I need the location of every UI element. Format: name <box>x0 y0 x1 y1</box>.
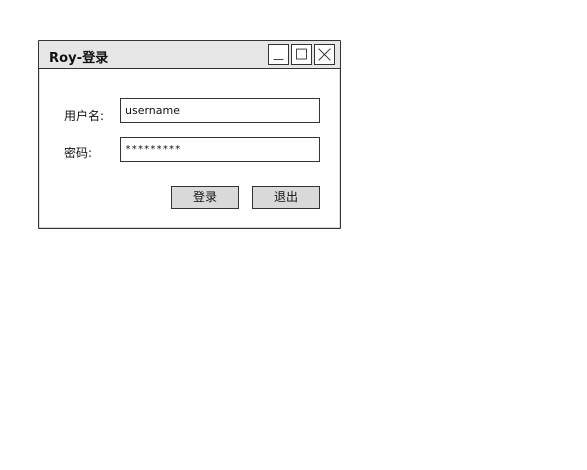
close-icon <box>318 48 331 61</box>
minimize-icon <box>273 59 284 60</box>
exit-button[interactable]: 退出 <box>252 186 320 209</box>
window-titlebar: Roy-登录 <box>39 41 340 69</box>
username-label: 用户名: <box>64 109 105 123</box>
canvas: Roy-登录 用户名: username 密码: ********* 登录 退出 <box>0 0 587 470</box>
close-button[interactable] <box>314 44 335 65</box>
minimize-button[interactable] <box>268 44 289 65</box>
login-button[interactable]: 登录 <box>171 186 239 209</box>
password-label: 密码: <box>64 146 93 160</box>
maximize-button[interactable] <box>291 44 312 65</box>
window-controls <box>267 41 340 69</box>
username-input[interactable]: username <box>120 98 320 123</box>
login-window: Roy-登录 用户名: username 密码: ********* 登录 退出 <box>38 40 341 229</box>
password-input[interactable]: ********* <box>120 137 320 162</box>
maximize-icon <box>296 48 307 60</box>
window-title: Roy-登录 <box>49 51 109 66</box>
